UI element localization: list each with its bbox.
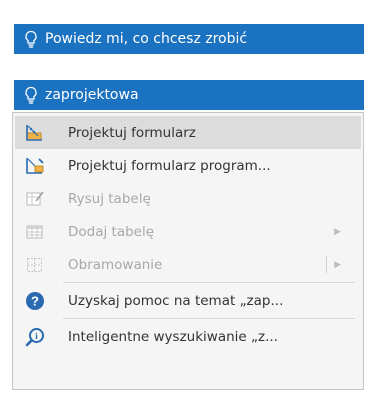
menu-item-rysuj-tabele: Rysuj tabelę [15, 182, 361, 215]
menu-divider [63, 282, 355, 283]
help-icon: ? [24, 290, 46, 312]
menu-item-label: Inteligentne wyszukiwanie „z... [68, 328, 278, 345]
menu-item-label: Uzyskaj pomoc na temat „zap... [68, 292, 284, 309]
menu-item-label: Rysuj tabelę [68, 190, 151, 207]
menu-item-inteligentne-wyszukiwanie[interactable]: i Inteligentne wyszukiwanie „z... [15, 320, 361, 353]
tell-me-search-input[interactable]: zaprojektowa [14, 80, 364, 110]
menu-item-label: Projektuj formularz program... [68, 157, 271, 174]
tell-me-placeholder: Powiedz mi, co chcesz zrobić [45, 31, 248, 47]
svg-text:i: i [35, 331, 38, 341]
menu-item-obramowanie: Obramowanie ▶ [15, 248, 361, 281]
submenu-arrow-icon: ▶ [334, 259, 341, 270]
tell-me-bar[interactable]: Powiedz mi, co chcesz zrobić [14, 24, 364, 54]
screenshot-frame: Powiedz mi, co chcesz zrobić zaprojektow… [0, 0, 382, 398]
menu-divider [63, 318, 355, 319]
draw-table-icon [24, 188, 46, 210]
smart-lookup-icon: i [24, 326, 46, 348]
svg-text:?: ? [31, 293, 39, 308]
results-dropdown-menu: Projektuj formularz Projektuj formularz … [12, 112, 364, 390]
menu-item-label: Obramowanie [68, 256, 163, 273]
menu-item-projektuj-formularz-program[interactable]: Projektuj formularz program... [15, 149, 361, 182]
menu-item-label: Projektuj formularz [68, 124, 196, 141]
menu-item-dodaj-tabele: Dodaj tabelę ▶ [15, 215, 361, 248]
menu-item-projektuj-formularz[interactable]: Projektuj formularz [15, 116, 361, 149]
lightbulb-icon [22, 85, 40, 105]
form-design-program-icon [24, 155, 46, 177]
table-icon [24, 221, 46, 243]
form-design-icon [24, 122, 46, 144]
lightbulb-icon [22, 29, 40, 49]
search-query-text: zaprojektowa [45, 87, 139, 103]
split-divider [326, 256, 327, 273]
borders-icon [24, 254, 46, 276]
menu-item-uzyskaj-pomoc[interactable]: ? Uzyskaj pomoc na temat „zap... [15, 284, 361, 317]
submenu-arrow-icon: ▶ [334, 226, 341, 237]
menu-item-label: Dodaj tabelę [68, 223, 155, 240]
